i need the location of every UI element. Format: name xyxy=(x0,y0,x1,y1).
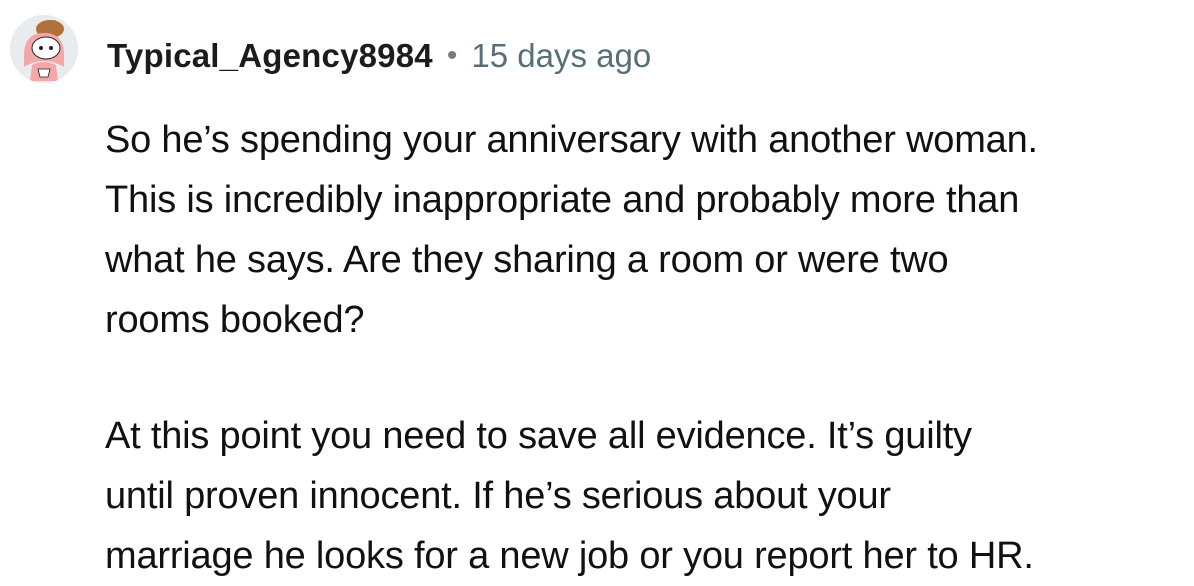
comment-paragraph: At this point you need to save all evide… xyxy=(105,406,1190,586)
comment-line: This is incredibly inappropriate and pro… xyxy=(105,179,1020,221)
comment-line: At this point you need to save all evide… xyxy=(105,415,972,457)
meta-separator: • xyxy=(446,39,458,72)
username-link[interactable]: Typical_Agency8984 xyxy=(107,37,433,75)
comment-line: rooms booked? xyxy=(105,299,365,341)
comment-paragraph: So he’s spending your anniversary with a… xyxy=(105,110,1190,350)
comment-line: until proven innocent. If he’s serious a… xyxy=(105,475,891,517)
comment-line: marriage he looks for a new job or you r… xyxy=(105,535,1034,577)
comment-timestamp[interactable]: 15 days ago xyxy=(471,37,651,75)
comment-line: So he’s spending your anniversary with a… xyxy=(105,119,1038,161)
snoo-avatar-icon xyxy=(10,15,78,83)
comment-body: So he’s spending your anniversary with a… xyxy=(105,110,1190,586)
comment-meta: Typical_Agency8984 • 15 days ago xyxy=(107,34,651,78)
user-avatar[interactable] xyxy=(10,15,78,83)
comment: Typical_Agency8984 • 15 days ago So he’s… xyxy=(0,0,1194,579)
comment-line: what he says. Are they sharing a room or… xyxy=(105,239,949,281)
